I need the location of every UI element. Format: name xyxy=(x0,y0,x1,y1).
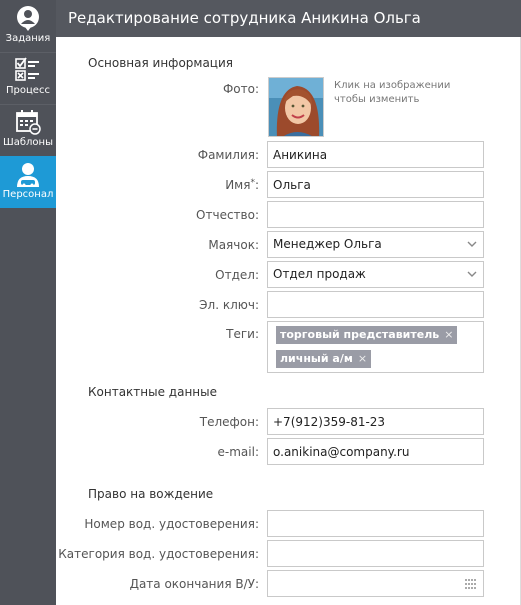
tag-remove-icon[interactable]: × xyxy=(358,352,367,365)
license-number-field[interactable] xyxy=(267,510,484,537)
lastname-label: Фамилия: xyxy=(197,148,259,162)
section-title-basic: Основная информация xyxy=(88,56,233,70)
chevron-down-icon xyxy=(467,271,477,277)
sidebar-item-label: Процесс xyxy=(6,85,50,96)
ekey-label: Эл. ключ: xyxy=(199,298,259,312)
license-category-label: Категория вод. удостоверения: xyxy=(58,547,259,561)
department-label: Отдел: xyxy=(215,268,259,282)
ekey-field[interactable] xyxy=(267,291,484,318)
firstname-field[interactable] xyxy=(267,171,484,198)
tag-chip: торговый представитель × xyxy=(276,326,458,344)
templates-calendar-icon xyxy=(16,110,41,135)
phone-field[interactable] xyxy=(267,408,484,435)
sidebar-item-label: Шаблоны xyxy=(3,137,53,148)
sidebar-item-tasks[interactable]: Задания xyxy=(0,0,56,52)
personnel-icon xyxy=(17,163,39,187)
license-expiry-datepicker[interactable] xyxy=(267,570,484,597)
license-category-field[interactable] xyxy=(267,540,484,567)
sidebar-item-process[interactable]: Процесс xyxy=(0,52,56,104)
firstname-label: Имя*: xyxy=(56,178,259,192)
section-title-contacts: Контактные данные xyxy=(88,385,218,399)
phone-label: Телефон: xyxy=(199,415,259,429)
license-number-label: Номер вод. удостоверения: xyxy=(84,517,259,531)
beacon-label: Маячок: xyxy=(208,238,259,252)
sidebar-item-label: Персонал xyxy=(2,189,54,200)
email-label: e-mail: xyxy=(217,445,259,459)
tag-label: личный а/м xyxy=(280,352,353,365)
tags-label: Теги: xyxy=(226,327,259,341)
tag-remove-icon[interactable]: × xyxy=(444,328,453,341)
middlename-label: Отчество: xyxy=(196,208,259,222)
department-select[interactable]: Отдел продаж xyxy=(267,261,484,288)
page-header: Редактирование сотрудника Аникина Ольга xyxy=(56,0,521,37)
photo-label: Фото: xyxy=(222,82,259,96)
calendar-icon[interactable] xyxy=(465,579,477,589)
avatar xyxy=(269,78,323,136)
chevron-down-icon xyxy=(467,241,477,247)
page-title: Редактирование сотрудника Аникина Ольга xyxy=(68,9,421,27)
firstname-label-text: Имя xyxy=(225,178,251,192)
department-select-value: Отдел продаж xyxy=(273,267,366,281)
section-title-driving: Право на вождение xyxy=(88,487,214,501)
license-expiry-label: Дата окончания В/У: xyxy=(129,577,259,591)
beacon-select[interactable]: Менеджер Ольга xyxy=(267,231,484,258)
employee-edit-form: Основная информация Фото: Клик на изобра… xyxy=(56,37,521,605)
lastname-field[interactable] xyxy=(267,141,484,168)
sidebar-item-personnel[interactable]: Персонал xyxy=(0,156,56,208)
process-checklist-icon xyxy=(15,57,39,81)
beacon-select-value: Менеджер Ольга xyxy=(273,237,382,251)
tag-label: торговый представитель xyxy=(280,328,440,341)
label-colon: : xyxy=(254,178,259,192)
photo-hint: Клик на изображении чтобы изменить xyxy=(334,80,451,105)
middlename-field[interactable] xyxy=(267,201,484,228)
tags-input[interactable]: торговый представитель × личный а/м × xyxy=(267,321,484,373)
employee-photo[interactable] xyxy=(268,77,324,137)
email-field[interactable] xyxy=(267,438,484,465)
sidebar-item-label: Задания xyxy=(5,33,51,44)
sidebar-item-templates[interactable]: Шаблоны xyxy=(0,104,56,156)
tasks-icon xyxy=(17,6,39,31)
sidebar: Задания Процесс Шаблоны Персонал xyxy=(0,0,56,605)
tag-chip: личный а/м × xyxy=(276,350,372,368)
